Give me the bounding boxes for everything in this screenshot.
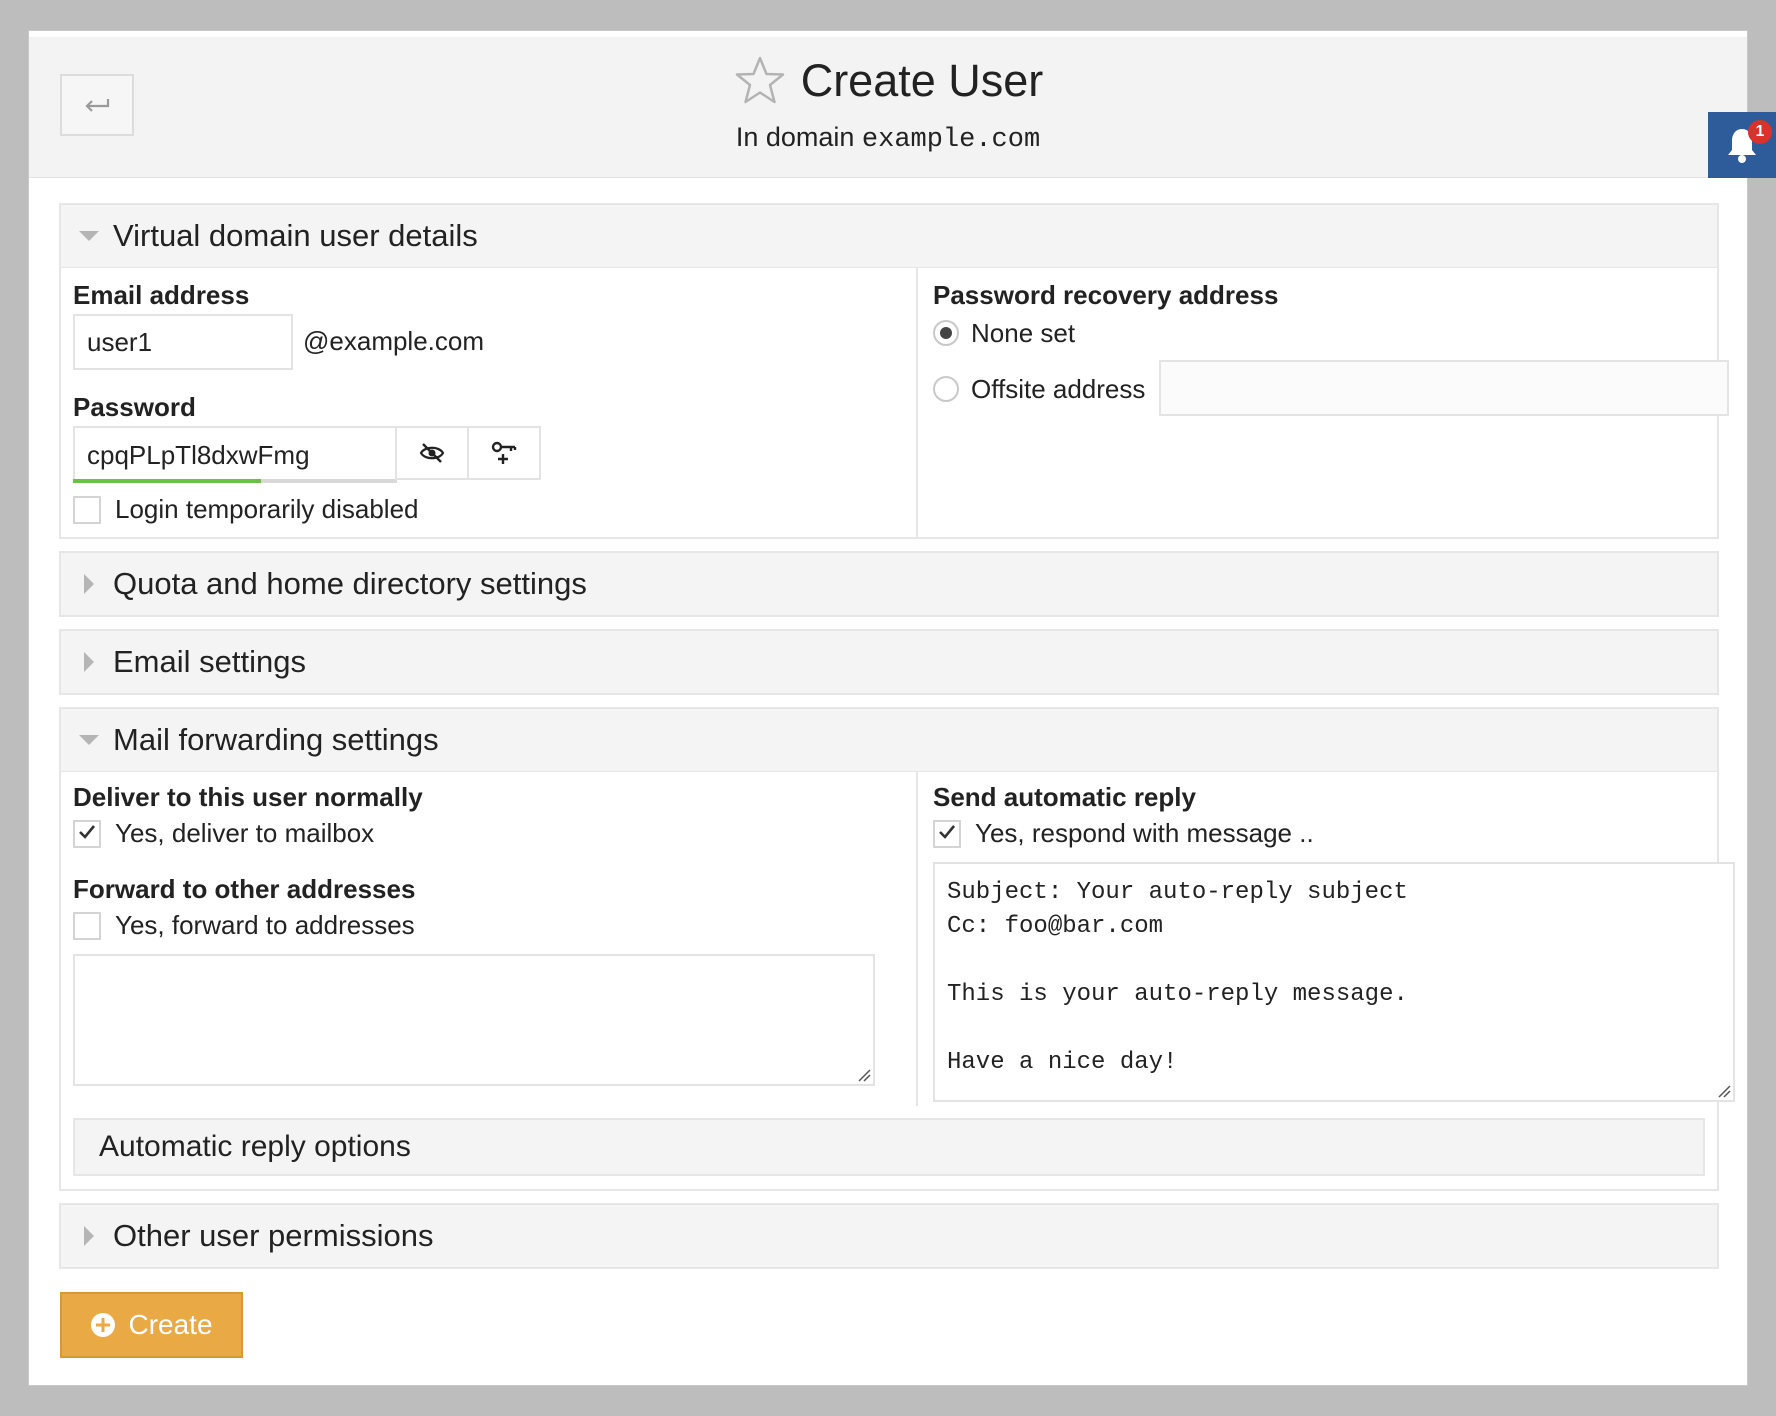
autoreply-options-title: Automatic reply options [99, 1130, 411, 1163]
autoreply-message-textarea[interactable]: Subject: Your auto-reply subject Cc: foo… [933, 862, 1735, 1102]
forward-addresses-textarea[interactable] [73, 954, 875, 1086]
section-title: Virtual domain user details [113, 218, 478, 253]
send-autoreply-label: Send automatic reply [933, 782, 1196, 812]
create-button[interactable]: Create [60, 1292, 243, 1358]
recovery-offsite-radio[interactable] [933, 376, 959, 402]
section-permissions-header[interactable]: Other user permissions [61, 1205, 1717, 1267]
deliver-mailbox-checkbox[interactable] [73, 820, 101, 848]
section-virtual-domain: Virtual domain user details Email addres… [59, 203, 1729, 539]
recovery-address-label: Password recovery address [933, 280, 1279, 310]
email-username-value: user1 [87, 326, 153, 357]
autoreply-message-text: Subject: Your auto-reply subject Cc: foo… [947, 879, 1408, 1076]
deliver-mailbox-label: Yes, deliver to mailbox [115, 818, 375, 848]
subtitle-prefix: In domain [735, 122, 855, 152]
star-outline-icon[interactable] [733, 55, 787, 107]
expand-triangle-icon [84, 652, 94, 672]
title-area: Create User In domain example.com [29, 55, 1747, 155]
password-label: Password [73, 392, 196, 422]
login-disabled-checkbox[interactable] [73, 496, 101, 524]
section-quota: Quota and home directory settings [59, 551, 1719, 617]
password-strength-meter [73, 479, 397, 483]
section-virtual-domain-header[interactable]: Virtual domain user details [61, 205, 1717, 267]
expand-triangle-icon [84, 574, 94, 594]
plus-circle-icon [91, 1313, 116, 1337]
create-user-page: Create User In domain example.com Virtua… [28, 30, 1748, 1386]
toggle-password-visibility-button[interactable] [395, 426, 469, 480]
eye-off-icon [419, 443, 445, 463]
page-subtitle: In domain example.com [29, 122, 1747, 155]
notifications-button[interactable]: 1 [1708, 112, 1776, 178]
resize-handle-icon[interactable] [1717, 1084, 1731, 1098]
section-quota-header[interactable]: Quota and home directory settings [61, 553, 1717, 615]
password-value: cpqPLpTl8dxwFmg [87, 439, 310, 470]
section-title: Quota and home directory settings [113, 566, 587, 601]
login-disabled-label: Login temporarily disabled [115, 494, 419, 524]
subtitle-domain: example.com [861, 125, 1041, 155]
resize-handle-icon[interactable] [857, 1068, 871, 1082]
section-permissions: Other user permissions [59, 1203, 1719, 1269]
offsite-address-input[interactable] [1159, 360, 1729, 416]
create-button-label: Create [128, 1309, 213, 1340]
section-mail-forwarding-header[interactable]: Mail forwarding settings [61, 709, 1717, 771]
forward-addresses-option-label: Yes, forward to addresses [115, 910, 415, 940]
password-strength-fill [73, 479, 261, 483]
autoreply-option-label: Yes, respond with message .. [975, 818, 1314, 848]
page-title: Create User [800, 55, 1044, 106]
email-address-label: Email address [73, 280, 250, 310]
section-title: Mail forwarding settings [113, 722, 439, 757]
section-title: Email settings [113, 644, 306, 679]
radio-selected-dot [940, 327, 952, 339]
collapse-triangle-icon [79, 231, 99, 241]
section-mail-forwarding: Mail forwarding settings Deliver to this… [59, 707, 1735, 1191]
expand-triangle-icon [84, 1226, 94, 1246]
password-input[interactable]: cpqPLpTl8dxwFmg [73, 426, 397, 482]
checkmark-icon [938, 824, 956, 845]
generate-password-button[interactable] [467, 426, 541, 480]
notification-count-badge: 1 [1748, 120, 1772, 144]
page-header: Create User In domain example.com [29, 37, 1747, 178]
column-divider [916, 268, 918, 538]
recovery-none-radio[interactable] [933, 320, 959, 346]
recovery-offsite-label: Offsite address [971, 374, 1146, 404]
section-title: Other user permissions [113, 1218, 434, 1253]
forward-addresses-checkbox[interactable] [73, 912, 101, 940]
collapse-triangle-icon [79, 735, 99, 745]
key-plus-icon [491, 441, 517, 464]
email-domain-suffix: @example.com [303, 326, 485, 356]
section-email-settings: Email settings [59, 629, 1719, 695]
autoreply-options-panel[interactable]: Automatic reply options [73, 1118, 1705, 1176]
checkmark-icon [78, 824, 96, 845]
recovery-none-label: None set [971, 318, 1076, 348]
forward-addresses-label: Forward to other addresses [73, 874, 416, 904]
autoreply-checkbox[interactable] [933, 820, 961, 848]
deliver-normally-label: Deliver to this user normally [73, 782, 423, 812]
column-divider [916, 772, 918, 1106]
email-username-input[interactable]: user1 [73, 314, 293, 370]
section-email-settings-header[interactable]: Email settings [61, 631, 1717, 693]
